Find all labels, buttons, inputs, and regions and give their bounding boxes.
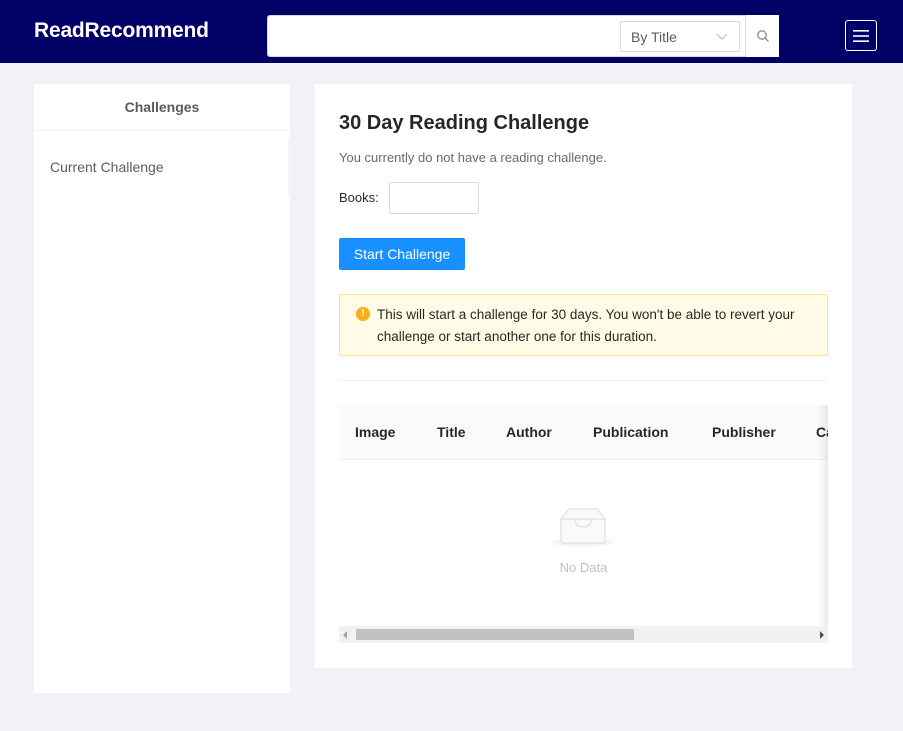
column-header-publication[interactable]: Publication <box>593 424 668 440</box>
search-icon <box>756 30 769 42</box>
scrollbar-thumb[interactable] <box>356 629 634 640</box>
warning-alert: ! This will start a challenge for 30 day… <box>339 294 828 356</box>
table-header: Image Title Author Publication Publisher… <box>339 405 828 460</box>
search-button[interactable] <box>745 15 779 57</box>
challenge-status-text: You currently do not have a reading chal… <box>339 150 607 165</box>
scroll-left-arrow-icon[interactable] <box>343 631 347 639</box>
books-label: Books: <box>339 190 379 205</box>
chevron-down-icon <box>716 33 728 40</box>
empty-state-text: No Data <box>559 560 608 575</box>
column-header-title[interactable]: Title <box>437 424 466 440</box>
start-challenge-button[interactable]: Start Challenge <box>339 238 465 270</box>
menu-toggle-button[interactable] <box>845 20 877 51</box>
main-content: 30 Day Reading Challenge You currently d… <box>315 84 852 668</box>
table-scroll-shadow <box>818 405 828 626</box>
alert-message: This will start a challenge for 30 days.… <box>377 307 795 344</box>
sidebar-item-current-challenge[interactable]: Current Challenge <box>34 139 290 195</box>
exclamation-circle-icon: ! <box>356 307 370 321</box>
empty-inbox-icon <box>552 508 614 547</box>
hamburger-menu-icon <box>853 29 869 42</box>
search-input[interactable] <box>268 16 618 56</box>
horizontal-scrollbar[interactable] <box>339 626 828 643</box>
search-bar: By Title <box>267 15 779 57</box>
divider <box>339 380 828 381</box>
sidebar-header: Challenges <box>34 84 290 131</box>
column-header-author[interactable]: Author <box>506 424 552 440</box>
column-header-image[interactable]: Image <box>355 424 395 440</box>
books-table: Image Title Author Publication Publisher… <box>339 405 828 643</box>
page-title: 30 Day Reading Challenge <box>339 112 590 134</box>
sidebar: Challenges Current Challenge <box>34 84 290 693</box>
column-header-publisher[interactable]: Publisher <box>712 424 776 440</box>
scroll-right-arrow-icon[interactable] <box>820 631 824 639</box>
top-navbar: ReadRecommend By Title <box>0 0 903 63</box>
search-mode-select[interactable]: By Title <box>620 21 740 52</box>
brand-logo[interactable]: ReadRecommend <box>34 19 209 43</box>
search-mode-value: By Title <box>631 29 677 45</box>
books-input[interactable] <box>389 182 479 214</box>
